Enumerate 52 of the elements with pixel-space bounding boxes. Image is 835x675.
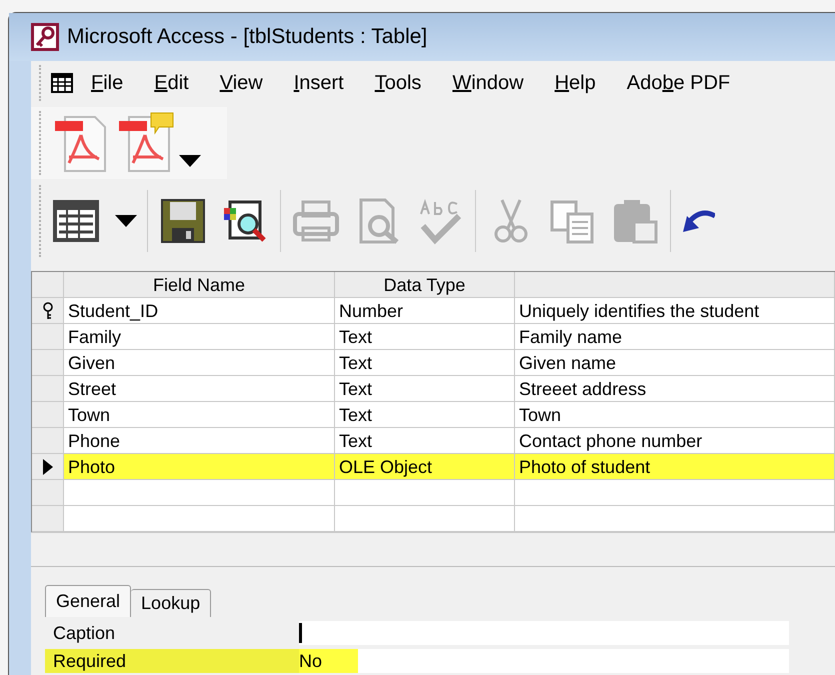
toolbar-button[interactable] — [670, 190, 715, 252]
property-label: Caption — [52, 622, 116, 645]
menu-item[interactable]: Help — [554, 68, 596, 98]
row-selector[interactable] — [32, 298, 64, 324]
menu-item[interactable]: File — [91, 68, 124, 98]
property-label: Required — [45, 649, 299, 673]
menu-item[interactable]: Insert — [294, 68, 344, 98]
table-cell: Contact phone number — [515, 428, 835, 454]
property-field[interactable] — [299, 621, 789, 645]
menu-item[interactable]: View — [220, 68, 263, 98]
table-cell: Photo — [64, 454, 335, 480]
table-cell: Given name — [515, 350, 835, 376]
menu-item[interactable]: Adobe PDF — [626, 68, 730, 98]
table-cell: Phone — [64, 428, 335, 454]
table-cell: Street — [64, 376, 335, 402]
table-cell: Text — [335, 350, 515, 376]
table-cell: Number — [335, 298, 515, 324]
table-cell: Uniquely identifies the student — [515, 298, 835, 324]
menu-item[interactable]: Tools — [374, 68, 422, 98]
text-cursor — [299, 623, 302, 643]
table-cell: Text — [335, 428, 515, 454]
table-icon[interactable] — [51, 73, 73, 93]
table-cell: Text — [335, 376, 515, 402]
table-cell: Streeet address — [515, 376, 835, 402]
caret-icon — [179, 155, 201, 167]
menu-item[interactable]: Window — [452, 68, 524, 98]
table-cell: Given — [64, 350, 335, 376]
column-header[interactable]: Data Type — [335, 272, 515, 298]
key-icon — [42, 302, 54, 320]
corner-cell[interactable] — [32, 272, 64, 298]
tab[interactable]: General — [45, 585, 132, 617]
table-cell: Family name — [515, 324, 835, 350]
table-cell: Text — [335, 324, 515, 350]
row-selector[interactable] — [32, 454, 64, 480]
column-header[interactable] — [515, 272, 835, 298]
window-title: Microsoft Access - [tblStudents : Table] — [67, 24, 428, 50]
toolbar-button[interactable] — [147, 190, 208, 252]
table-cell: Town — [64, 402, 335, 428]
undo-arrow-icon — [681, 208, 715, 234]
table-cell: OLE Object — [335, 454, 515, 480]
property-field[interactable]: No — [299, 649, 789, 673]
table-cell: Town — [515, 402, 835, 428]
tab[interactable]: Lookup — [131, 589, 212, 617]
menu-item[interactable]: Edit — [154, 68, 189, 98]
caret-icon — [115, 215, 137, 227]
current-row-icon — [42, 458, 54, 476]
table-cell: Text — [335, 402, 515, 428]
table-cell: Student_ID — [64, 298, 335, 324]
column-header[interactable]: Field Name — [64, 272, 335, 298]
key-icon — [31, 23, 59, 51]
table-cell: Family — [64, 324, 335, 350]
table-cell: Photo of student — [515, 454, 835, 480]
